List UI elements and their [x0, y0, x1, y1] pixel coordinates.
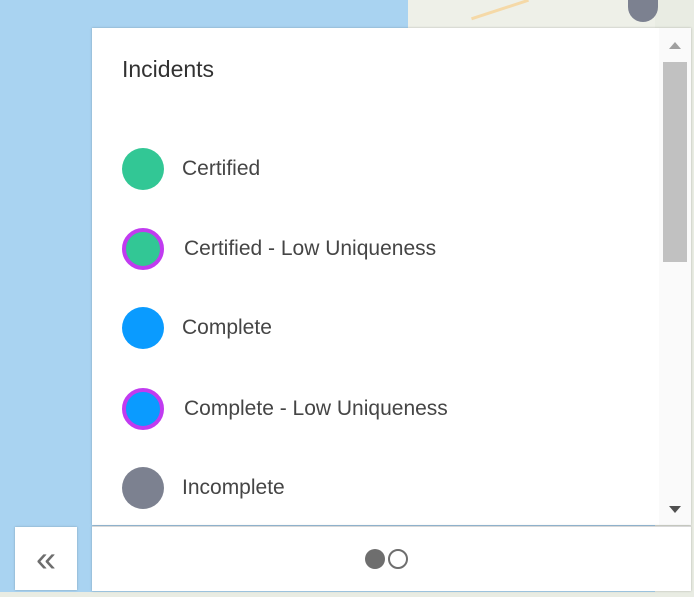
complete-symbol-icon: [122, 307, 164, 349]
legend-item-incomplete: Incomplete: [122, 465, 285, 511]
incomplete-symbol-icon: [122, 467, 164, 509]
complete-low-uniqueness-symbol-icon: [122, 388, 164, 430]
legend-item-complete-low-uniqueness: Complete - Low Uniqueness: [122, 386, 448, 432]
certified-low-uniqueness-symbol-icon: [122, 228, 164, 270]
double-chevron-left-icon: «: [35, 537, 57, 579]
legend-item-label: Certified: [182, 157, 261, 180]
legend-pager: [92, 526, 691, 591]
legend-item-label: Complete - Low Uniqueness: [184, 397, 448, 420]
page-dot-2[interactable]: [388, 549, 408, 569]
legend-item-label: Incomplete: [182, 476, 285, 499]
map-bottom-strip: [0, 592, 694, 597]
scroll-down-arrow-icon[interactable]: [669, 506, 681, 513]
legend-item-certified: Certified: [122, 146, 260, 192]
legend-item-certified-low-uniqueness: Certified - Low Uniqueness: [122, 226, 436, 272]
scroll-up-arrow-icon[interactable]: [669, 42, 681, 49]
scroll-thumb[interactable]: [663, 62, 687, 262]
page-dot-1-active[interactable]: [365, 549, 385, 569]
legend-panel: Incidents Certified Certified - Low Uniq…: [92, 28, 691, 525]
legend-scrollbar[interactable]: [659, 28, 691, 525]
legend-item-label: Complete: [182, 316, 272, 339]
collapse-panel-button[interactable]: «: [15, 527, 77, 590]
legend-title: Incidents: [122, 56, 215, 82]
certified-symbol-icon: [122, 148, 164, 190]
legend-item-complete: Complete: [122, 305, 272, 351]
legend-item-label: Certified - Low Uniqueness: [184, 237, 437, 260]
